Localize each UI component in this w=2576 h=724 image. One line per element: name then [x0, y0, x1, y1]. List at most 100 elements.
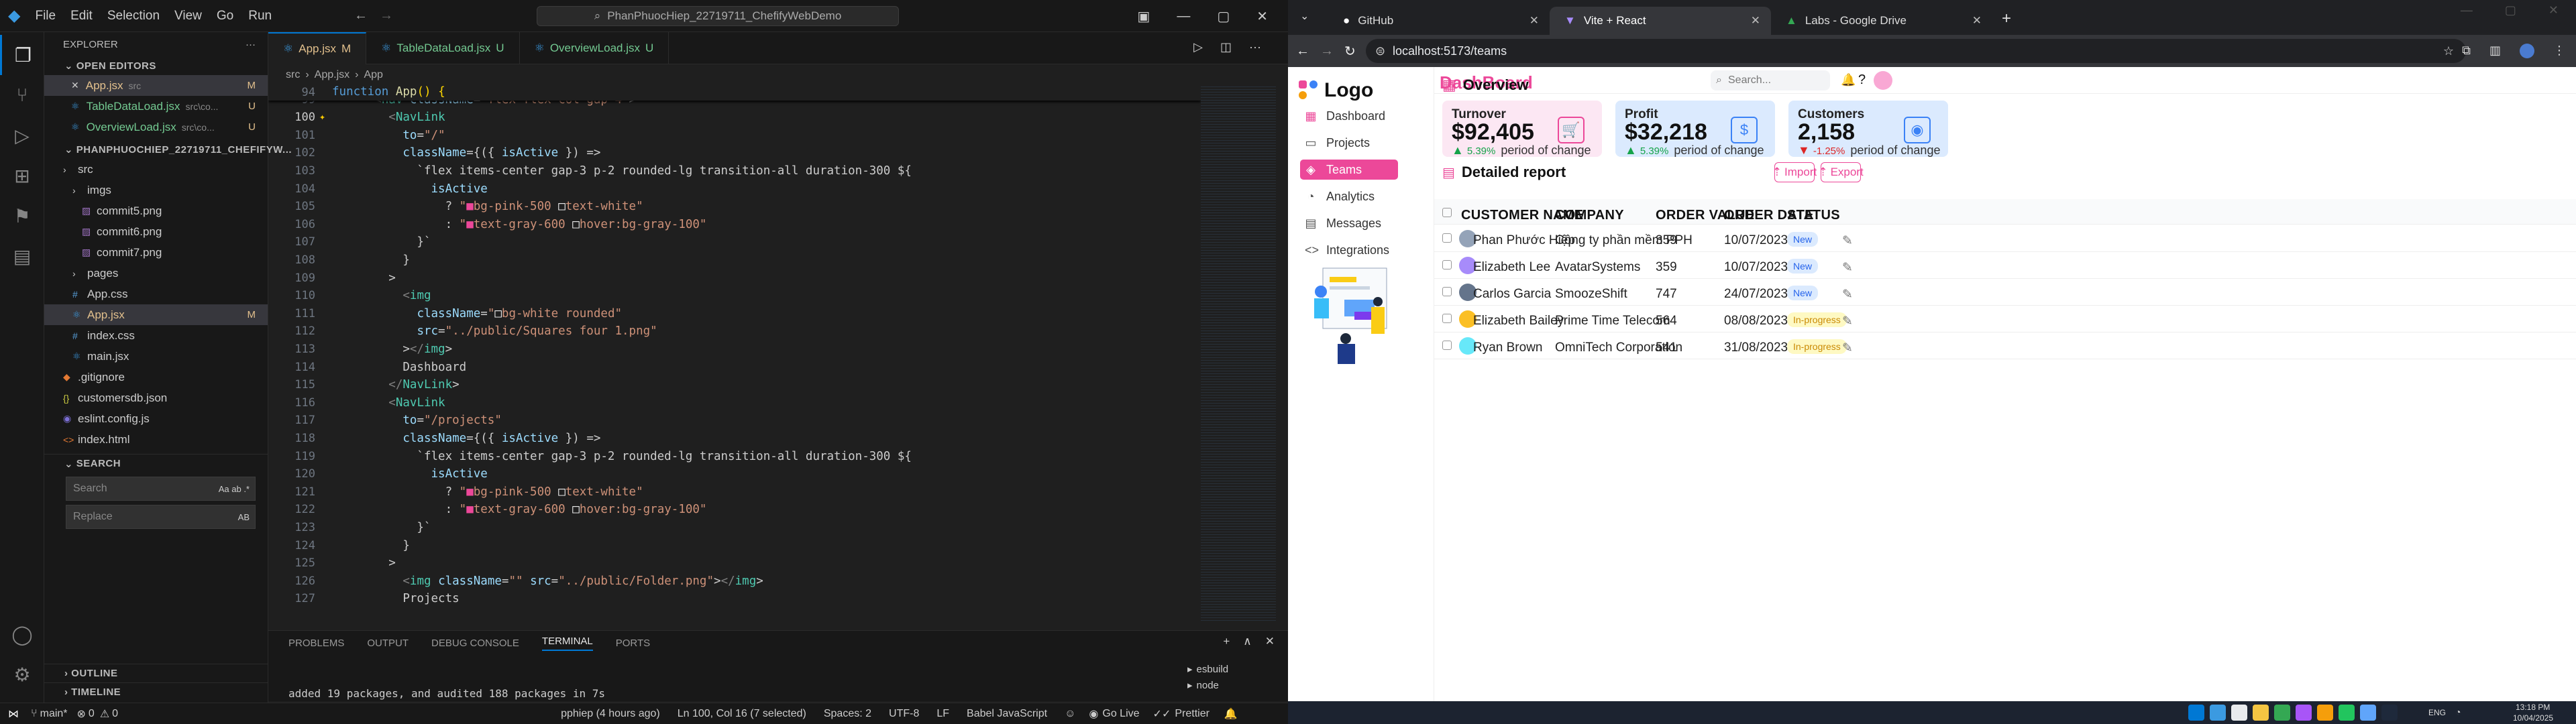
- new-terminal-icon[interactable]: +: [1223, 635, 1230, 648]
- code-line[interactable]: ? "■bg-pink-500 □text-white": [332, 200, 643, 213]
- preserve-case-toggle[interactable]: AB: [238, 512, 250, 522]
- tab-search-icon[interactable]: ⌄: [1300, 9, 1309, 23]
- code-line[interactable]: <img className="" src="../public/Folder.…: [332, 575, 763, 588]
- command-center[interactable]: ⌕ PhanPhuocHiep_22719711_ChefifyWebDemo: [537, 6, 899, 26]
- breadcrumb-item[interactable]: App: [364, 69, 382, 81]
- row-checkbox[interactable]: [1442, 260, 1452, 269]
- extensions-icon[interactable]: ⧉: [2462, 44, 2471, 58]
- cart-icon[interactable]: 🛒: [1558, 117, 1585, 143]
- code-line[interactable]: }`: [332, 521, 431, 534]
- column-header[interactable]: STATUS: [1787, 208, 1840, 223]
- split-editor-icon[interactable]: ◫: [1220, 40, 1232, 54]
- edit-pencil-icon[interactable]: ✎: [1842, 341, 1853, 356]
- git-blame[interactable]: pphiep (4 hours ago): [561, 708, 660, 720]
- code-line[interactable]: <NavLink: [332, 111, 445, 124]
- clock-date[interactable]: 10/04/2025: [2513, 713, 2553, 723]
- code-line[interactable]: `flex items-center gap-3 p-2 rounded-lg …: [332, 450, 912, 463]
- profile-avatar[interactable]: [2520, 44, 2534, 58]
- row-checkbox[interactable]: [1442, 341, 1452, 350]
- open-editor-item[interactable]: ⚛ TableDataLoad.jsx src\co... U: [44, 96, 268, 117]
- bell-icon[interactable]: 🔔: [1841, 73, 1856, 87]
- file-item[interactable]: <> index.html: [44, 429, 268, 450]
- search-header[interactable]: ⌄ SEARCH: [44, 454, 268, 473]
- app-taskbar-icon[interactable]: [2296, 705, 2312, 721]
- forward-arrow-icon[interactable]: →: [380, 8, 393, 23]
- search-flags[interactable]: Aa ab .*: [219, 484, 250, 494]
- nav-analytics[interactable]: ◔ Analytics: [1300, 186, 1398, 206]
- edit-pencil-icon[interactable]: ✎: [1842, 260, 1853, 276]
- file-item[interactable]: ▨ commit7.png: [44, 242, 268, 263]
- chrome-taskbar-icon[interactable]: [2274, 705, 2290, 721]
- bookmark-icon[interactable]: ⚑: [0, 196, 44, 236]
- indentation[interactable]: Spaces: 2: [824, 708, 871, 720]
- timeline-header[interactable]: › TIMELINE: [44, 682, 268, 701]
- menu-edit[interactable]: Edit: [70, 9, 93, 23]
- close-tab-icon[interactable]: ✕: [1529, 14, 1539, 27]
- column-header[interactable]: COMPANY: [1555, 208, 1624, 223]
- account-icon[interactable]: ◯: [0, 614, 44, 654]
- replace-input[interactable]: Replace AB: [66, 505, 256, 529]
- code-line[interactable]: }`: [332, 235, 431, 249]
- edit-pencil-icon[interactable]: ✎: [1842, 314, 1853, 329]
- code-line[interactable]: : "■text-gray-600 □hover:bg-gray-100": [332, 218, 707, 231]
- search-input[interactable]: ⌕ Search...: [1711, 70, 1830, 90]
- row-checkbox[interactable]: [1442, 233, 1452, 243]
- explorer-taskbar-icon[interactable]: [2231, 705, 2247, 721]
- file-item[interactable]: # App.css: [44, 284, 268, 304]
- maximize-icon[interactable]: ▢: [1217, 8, 1230, 25]
- sticky-scroll[interactable]: 94 function App() {: [268, 84, 1201, 101]
- file-item[interactable]: ◉ eslint.config.js: [44, 408, 268, 429]
- code-line[interactable]: >: [332, 272, 396, 285]
- table-row[interactable]: Carlos Garcia SmoozeShift 747 24/07/2023 New…: [1434, 279, 2576, 306]
- close-icon[interactable]: ✕: [1256, 8, 1268, 25]
- clock-time[interactable]: 13:18 PM: [2516, 703, 2550, 712]
- panel-tab[interactable]: PORTS: [616, 638, 650, 649]
- menu-selection[interactable]: Selection: [107, 9, 160, 23]
- menu-view[interactable]: View: [174, 9, 202, 23]
- row-checkbox[interactable]: [1442, 287, 1452, 296]
- line-ending[interactable]: LF: [936, 708, 949, 720]
- minimap[interactable]: [1201, 84, 1276, 621]
- new-tab-icon[interactable]: +: [2002, 9, 2011, 28]
- address-bar[interactable]: ⊜ localhost:5173/teams ☆: [1366, 39, 2466, 63]
- editor-tab[interactable]: ⚛ App.jsx M: [268, 32, 367, 64]
- back-arrow-icon[interactable]: ←: [354, 8, 368, 23]
- site-info-icon[interactable]: ⊜: [1375, 44, 1385, 58]
- project-header[interactable]: ⌄ PHANPHUOCHIEP_22719711_CHEFIFYW...: [44, 140, 292, 159]
- more-actions-icon[interactable]: ···: [246, 39, 256, 50]
- table-row[interactable]: Elizabeth Lee AvatarSystems 359 10/07/2023 N…: [1434, 252, 2576, 279]
- open-editor-item[interactable]: ✕ App.jsx src M: [44, 75, 268, 96]
- folder-taskbar-icon[interactable]: [2253, 705, 2269, 721]
- code-line[interactable]: <img: [332, 289, 431, 302]
- terminal-instance[interactable]: ▸ node: [1187, 679, 1228, 691]
- folder-item[interactable]: › pages: [44, 263, 268, 284]
- nav-messages[interactable]: ▤ Messages: [1300, 213, 1398, 233]
- code-line[interactable]: }: [332, 253, 410, 267]
- vscode-taskbar-icon[interactable]: [2210, 705, 2226, 721]
- prettier-status[interactable]: Prettier: [1175, 708, 1210, 720]
- error-count[interactable]: 0: [89, 708, 95, 720]
- nav-integrations[interactable]: <> Integrations: [1300, 240, 1398, 260]
- code-line[interactable]: to="/": [332, 129, 445, 142]
- close-icon[interactable]: ✕: [71, 80, 79, 91]
- encoding[interactable]: UTF-8: [889, 708, 919, 720]
- code-line[interactable]: <NavLink: [332, 396, 445, 410]
- search-input[interactable]: Search Aa ab .*: [66, 477, 256, 501]
- run-icon[interactable]: ▷: [1193, 40, 1203, 54]
- code-line[interactable]: isActive: [332, 182, 488, 196]
- file-item[interactable]: ◆ .gitignore: [44, 367, 268, 387]
- code-line[interactable]: ></img>: [332, 343, 452, 356]
- breadcrumb-item[interactable]: App.jsx: [315, 69, 350, 81]
- copilot-icon[interactable]: ☺: [1065, 708, 1075, 720]
- forward-arrow-icon[interactable]: →: [1320, 44, 1334, 59]
- source-control-icon[interactable]: ⑂: [0, 75, 44, 115]
- export-button[interactable]: ⇡ Export: [1818, 162, 1864, 182]
- settings-gear-icon[interactable]: ⚙: [0, 654, 44, 695]
- dollar-icon[interactable]: $: [1731, 117, 1758, 143]
- code-line[interactable]: ? "■bg-pink-500 □text-white": [332, 485, 643, 499]
- language-indicator[interactable]: ENG: [2428, 708, 2446, 717]
- panel-tab[interactable]: TERMINAL: [541, 636, 593, 651]
- browser-tab[interactable]: ▼ Vite + React ✕: [1550, 7, 1771, 35]
- folder-item[interactable]: › src: [44, 159, 268, 180]
- nav-projects[interactable]: ▭ Projects: [1300, 133, 1398, 153]
